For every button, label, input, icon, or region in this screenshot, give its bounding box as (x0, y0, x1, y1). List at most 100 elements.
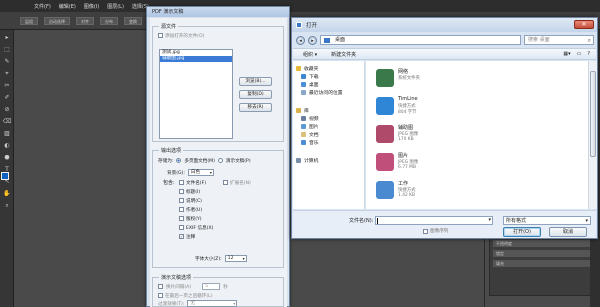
tool-icon[interactable]: ✎ (2, 57, 12, 66)
layer-opacity[interactable]: 不透明度 (493, 240, 595, 247)
checkbox[interactable] (179, 207, 184, 212)
file-thumbnail-icon (376, 153, 394, 171)
checkbox[interactable] (179, 189, 184, 194)
close-button[interactable]: ✕ (574, 20, 594, 29)
new-folder-button[interactable]: 新建文件夹 (331, 51, 356, 58)
option-chip[interactable]: 变换 (124, 16, 142, 25)
file-name-input[interactable]: ▾ (375, 216, 493, 225)
tool-icon[interactable]: ⌖ (2, 69, 12, 78)
include-option[interactable]: EXIF 信息(X) (179, 224, 213, 231)
checkbox[interactable] (223, 180, 228, 185)
nav-item-label: 文档 (309, 132, 319, 138)
nav-item[interactable]: 库 (293, 106, 364, 114)
file-item[interactable]: 工作 快捷方式 1.42 KB (376, 179, 476, 203)
nav-folder-icon (301, 115, 306, 121)
checkbox[interactable] (158, 284, 163, 289)
tool-icon[interactable]: ▨ (2, 129, 12, 138)
tool-icon[interactable]: ⬚ (2, 45, 12, 54)
organize-button[interactable]: 组织 ▾ (303, 51, 317, 58)
source-file-list[interactable]: 测试.jpg 辅助图.jpg (159, 49, 233, 139)
tool-icon[interactable]: ⊘ (2, 105, 12, 114)
chevron-down-icon[interactable]: ▾ (488, 217, 491, 223)
search-input[interactable]: 搜索 桌面 ⌕ (524, 35, 594, 45)
nav-item[interactable]: 桌面 (293, 80, 364, 88)
transition-select[interactable]: 无 ▾ (187, 300, 238, 307)
menu-item[interactable]: 文件(F) (34, 3, 51, 10)
tool-icon[interactable]: ◐ (2, 141, 12, 150)
checkbox[interactable] (179, 198, 184, 203)
nav-item[interactable]: 视频 (293, 114, 364, 122)
option-chip[interactable]: 自动选择 (44, 16, 70, 25)
layer-fill[interactable]: 填充 (493, 260, 595, 267)
cancel-button[interactable]: 取消 (549, 227, 587, 237)
nav-item-label: 桌面 (309, 82, 319, 88)
nav-item[interactable]: 最近访问的位置 (293, 88, 364, 96)
browse-button[interactable]: 浏览(B)... (239, 77, 272, 86)
menu-item[interactable]: 图像(I) (84, 3, 99, 10)
help-icon[interactable]: ? (587, 51, 590, 57)
file-size: 1.42 KB (398, 193, 416, 198)
include-option[interactable]: 文件名(F) (179, 179, 213, 186)
nav-item[interactable]: 收藏夹 (293, 64, 364, 72)
file-item[interactable]: 辅助图 JPEG 图像 170 KB (376, 123, 476, 147)
chevron-down-icon: ▾ (242, 256, 245, 261)
checkbox[interactable]: ✓ (179, 234, 184, 239)
menu-item[interactable]: 图层(L) (107, 3, 124, 10)
folder-icon (324, 38, 330, 43)
tool-icon[interactable]: ✂ (2, 81, 12, 90)
view-options-icon[interactable]: ▦▾ (563, 51, 570, 57)
radio-slideshow[interactable] (217, 158, 223, 163)
file-type-select[interactable]: 所有格式 ▾ (503, 216, 591, 225)
include-option[interactable]: 作者(U) (179, 206, 213, 213)
checkbox[interactable] (179, 216, 184, 221)
tool-icon[interactable]: ⬣ (2, 153, 12, 162)
nav-item[interactable]: 音乐 (293, 138, 364, 146)
file-item[interactable]: 图片 JPEG 图像 6.77 MB (376, 151, 476, 175)
file-item[interactable]: 网络 系统文件夹 (376, 67, 476, 91)
list-item[interactable]: 辅助图.jpg (160, 56, 232, 62)
include-option[interactable]: 扩展名(N) (223, 179, 251, 186)
checkbox[interactable] (158, 33, 163, 38)
back-arrow-icon[interactable]: ◂ (296, 35, 305, 45)
nav-item[interactable]: 下载 (293, 72, 364, 80)
foreground-color-swatch[interactable] (1, 172, 9, 180)
layer-lock[interactable]: 锁定 (493, 250, 595, 257)
checkbox[interactable] (179, 180, 184, 185)
menu-item[interactable]: 编辑(E) (59, 3, 76, 10)
source-files-group: 源文件 添加打开的文件(O) 测试.jpg 辅助图.jpg 浏览(B)... 复… (152, 23, 284, 142)
file-view-scrollbar[interactable] (588, 61, 597, 209)
add-open-files-row[interactable]: 添加打开的文件(O) (158, 32, 204, 39)
address-bar[interactable]: 桌面 (320, 35, 521, 45)
option-chip[interactable]: 层组 (20, 16, 38, 25)
tool-icon[interactable]: ▸ (2, 33, 12, 42)
forward-arrow-icon[interactable]: ▸ (308, 35, 317, 45)
include-option[interactable]: 版权(Y) (179, 215, 213, 222)
open-button[interactable]: 打开(O) (503, 227, 541, 237)
tool-icon[interactable]: ⌫ (2, 117, 12, 126)
dialog-titlebar: 打开 ✕ (292, 18, 597, 32)
preview-pane-icon[interactable]: ▭ (577, 51, 582, 57)
include-option[interactable]: ✓ 注释 (179, 233, 213, 240)
nav-item[interactable]: 文档 (293, 130, 364, 138)
radio-multi-page[interactable] (176, 158, 182, 163)
checkbox[interactable] (179, 225, 184, 230)
checkbox[interactable] (158, 293, 163, 298)
file-item[interactable]: TimLine 快捷方式 804 字节 (376, 95, 476, 119)
background-select[interactable]: 白色 ▾ (187, 169, 214, 176)
font-size-select[interactable]: 12 ▾ (224, 255, 247, 262)
include-option[interactable]: 说明(C) (179, 197, 213, 204)
option-chip[interactable]: 分布 (100, 16, 118, 25)
advance-seconds-input[interactable]: 5 (202, 283, 221, 290)
tool-icon[interactable]: ⌕ (2, 201, 12, 210)
include-option[interactable]: 标题(I) (179, 188, 213, 195)
nav-item[interactable]: 图片 (293, 122, 364, 130)
remove-button[interactable]: 移去(R) (239, 103, 272, 112)
nav-item[interactable]: 计算机 (293, 156, 364, 164)
dialog-title: 打开 (306, 23, 318, 29)
checkbox[interactable] (423, 228, 428, 234)
scroll-thumb[interactable] (590, 71, 596, 157)
tool-icon[interactable]: ✋ (2, 189, 12, 198)
tool-icon[interactable]: ✐ (2, 93, 12, 102)
option-chip[interactable]: 对齐 (76, 16, 94, 25)
duplicate-button[interactable]: 复制(D) (239, 90, 272, 99)
